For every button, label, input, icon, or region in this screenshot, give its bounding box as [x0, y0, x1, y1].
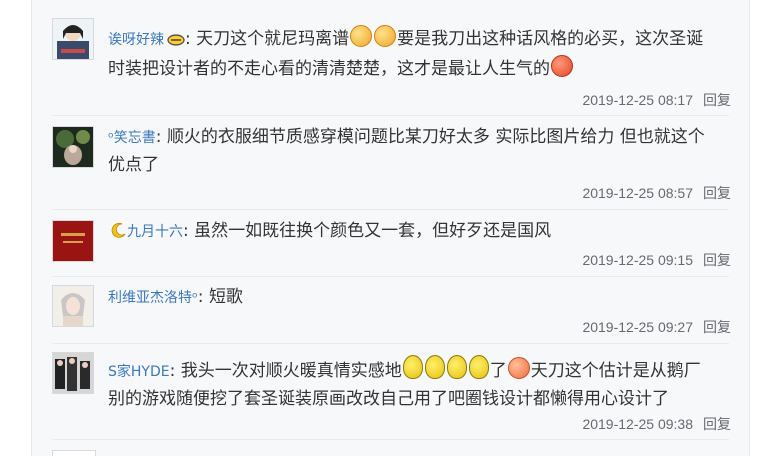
comment-body: 利维亚杰洛特ᵒ: 短歌	[108, 284, 725, 312]
comment-meta: 2019-12-25 09:15 回复	[582, 250, 731, 270]
lemon-emoji-icon	[402, 355, 423, 379]
avatar[interactable]	[52, 18, 94, 60]
divider	[52, 439, 729, 440]
comment-body: 九月十六: 虽然一如既往换个颜色又一套，但好歹还是国风	[108, 218, 725, 247]
comment-meta: 2019-12-25 09:27 回复	[582, 317, 731, 337]
avatar[interactable]	[52, 450, 96, 456]
comment-text: 虽然一如既往换个颜色又一套，但好歹还是国风	[194, 221, 552, 241]
angry-emoji-icon	[551, 55, 573, 77]
mood-icon	[167, 28, 185, 55]
comment-username[interactable]: ᵒ笑忘書	[108, 130, 156, 146]
comment-timestamp: 2019-12-25 08:57	[582, 185, 693, 201]
comment-text: 了	[489, 361, 507, 381]
lemon-emoji-icon	[468, 355, 489, 379]
reply-button[interactable]: 回复	[703, 416, 731, 432]
comment-item: 诶呀好辣: 天刀这个就尼玛离谱 要是我刀出这种话风格的必买，这次圣诞 时装把设计者…	[32, 0, 749, 116]
lemon-emoji-icon	[424, 355, 445, 379]
moon-icon	[111, 220, 127, 247]
cry-emoji-icon	[374, 25, 397, 47]
comment-text: 天刀这个估计是从鹅厂	[530, 361, 701, 381]
comment-colon: :	[183, 221, 189, 241]
reply-button[interactable]: 回复	[703, 319, 731, 335]
comment-text: 顺火的衣服细节质感穿模问题比某刀好太多 实际比图片给力 但也就这个	[166, 127, 705, 147]
comment-colon: :	[155, 127, 162, 147]
comment-username[interactable]: 九月十六	[127, 224, 183, 240]
comment-body: 诶呀好辣: 天刀这个就尼玛离谱 要是我刀出这种话风格的必买，这次圣诞 时装把设计者…	[108, 25, 725, 83]
reply-button[interactable]: 回复	[703, 252, 731, 268]
comment-text: 优点了	[108, 155, 159, 175]
comment-text: 短歌	[208, 287, 243, 307]
comment-body: S家HYDE: 我头一次对顺火暖真情实感地 了 天刀这个估计是从鹅厂 别的游戏随便挖…	[108, 355, 725, 413]
reply-button[interactable]: 回复	[703, 92, 731, 108]
comment-timestamp: 2019-12-25 09:38	[582, 416, 693, 432]
comment-meta: 2019-12-25 08:17 回复	[582, 90, 731, 110]
avatar[interactable]	[52, 220, 94, 262]
avatar[interactable]	[52, 126, 94, 168]
comment-colon: :	[185, 29, 191, 49]
comment-timestamp: 2019-12-25 09:15	[582, 252, 693, 268]
avatar[interactable]	[52, 352, 94, 394]
comment-item: 九月十六: 虽然一如既往换个颜色又一套，但好歹还是国风 2019-12-25 0…	[32, 210, 749, 277]
comment-body: ᵒ笑忘書: 顺火的衣服细节质感穿模问题比某刀好太多 实际比图片给力 但也就这个 …	[108, 124, 725, 179]
comment-timestamp: 2019-12-25 09:27	[582, 319, 693, 335]
comment-username[interactable]: S家HYDE	[108, 364, 170, 380]
comment-text: 时装把设计者的不走心看的清清楚楚，这才是最让人生气的	[108, 59, 550, 79]
comment-colon: :	[197, 287, 204, 307]
comment-text: 要是我刀出这种话风格的必买，这次圣诞	[397, 29, 704, 49]
comment-item: ᵒ笑忘書: 顺火的衣服细节质感穿模问题比某刀好太多 实际比图片给力 但也就这个 …	[32, 116, 749, 210]
comment-text: 别的游戏随便挖了套圣诞装原画改改自己用了吧圈钱设计都懒得用心设计了	[108, 389, 669, 409]
cry-emoji-icon	[350, 25, 373, 47]
comment-colon: :	[169, 361, 176, 381]
comment-meta: 2019-12-25 09:38 回复	[582, 414, 731, 434]
avatar[interactable]	[52, 285, 94, 327]
grin-emoji-icon	[507, 357, 530, 379]
comment-username[interactable]: 利维亚杰洛特ᵒ	[108, 290, 198, 306]
comment-timestamp: 2019-12-25 08:17	[582, 92, 693, 108]
reply-button[interactable]: 回复	[703, 185, 731, 201]
comment-meta: 2019-12-25 08:57 回复	[582, 183, 731, 203]
comment-list: 诶呀好辣: 天刀这个就尼玛离谱 要是我刀出这种话风格的必买，这次圣诞 时装把设计者…	[31, 0, 750, 456]
comment-item: S家HYDE: 我头一次对顺火暖真情实感地 了 天刀这个估计是从鹅厂 别的游戏随便挖…	[32, 344, 749, 440]
lemon-emoji-icon	[446, 355, 467, 379]
comment-text: 我头一次对顺火暖真情实感地	[180, 361, 402, 381]
comment-username[interactable]: 诶呀好辣	[108, 32, 164, 48]
comment-text: 天刀这个就尼玛离谱	[196, 29, 350, 49]
comment-item: 利维亚杰洛特ᵒ: 短歌 2019-12-25 09:27 回复	[32, 277, 749, 344]
